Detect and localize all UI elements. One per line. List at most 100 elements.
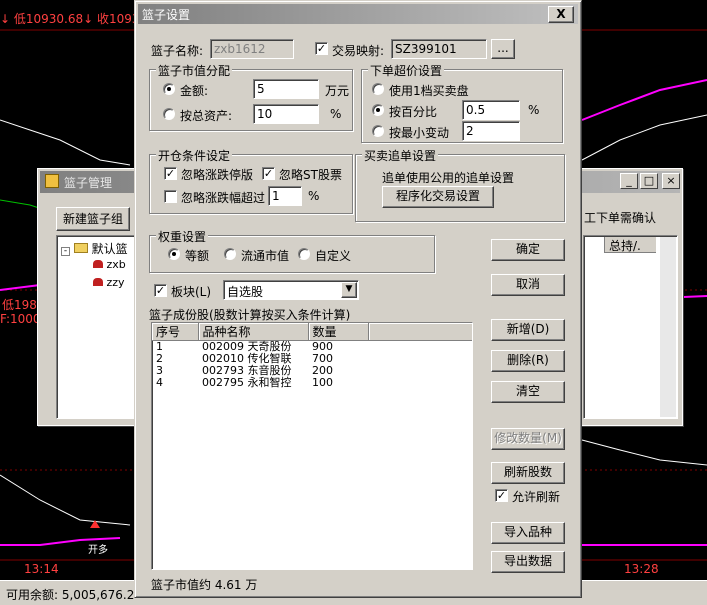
total-assets-radio[interactable] xyxy=(163,108,175,120)
row-filler xyxy=(368,341,472,354)
amount-radio[interactable] xyxy=(163,83,175,95)
row-index: 4 xyxy=(156,376,163,389)
column-qty[interactable]: 数量 xyxy=(308,323,369,341)
clear-button[interactable]: 清空 xyxy=(491,381,565,403)
ignore-change-unit: % xyxy=(308,189,320,203)
basket-manager-title: 篮子管理 xyxy=(64,176,113,190)
trade-map-input[interactable] xyxy=(391,39,487,59)
chase-order-group-label: 买卖追单设置 xyxy=(362,147,439,164)
total-assets-label: 按总资产: xyxy=(180,109,233,123)
sector-checkbox[interactable]: ✓ xyxy=(154,284,167,297)
delete-button[interactable]: 删除(R) xyxy=(491,350,565,372)
weight-group: 权重设置 等额 流通市值 自定义 xyxy=(149,228,435,273)
trade-map-checkbox[interactable]: ✓ xyxy=(315,42,328,55)
position-list[interactable]: 总持/. xyxy=(583,235,678,419)
price-opt1-label: 使用1档买卖盘 xyxy=(389,84,469,98)
total-assets-unit: % xyxy=(330,107,342,121)
folder-icon xyxy=(73,243,88,253)
ignore-change-input[interactable] xyxy=(268,186,302,206)
open-long-marker: 开多 xyxy=(88,545,108,556)
sector-select-value: 自选股 xyxy=(227,285,264,299)
time-label-left: 13:14 xyxy=(24,562,59,576)
tree-item[interactable]: zzy xyxy=(93,276,125,289)
component-list: 序号 品种名称 数量 1 002009 天奇股份 900 2 002010 传化智联 70… xyxy=(152,323,472,389)
column-name[interactable]: 品种名称 xyxy=(198,323,309,341)
row-name: 002795 永和智控 xyxy=(202,376,292,389)
price-opt2-radio[interactable] xyxy=(372,104,384,116)
close-icon[interactable]: × xyxy=(662,173,680,189)
row-filler xyxy=(368,377,472,389)
weight-float-label: 流通市值 xyxy=(241,249,290,263)
tree-root[interactable]: - 默认篮 xyxy=(61,240,128,257)
weight-custom-radio[interactable] xyxy=(298,248,310,260)
add-button[interactable]: 新增(D) xyxy=(491,319,565,341)
ignore-change-checkbox[interactable] xyxy=(164,190,177,203)
app-icon xyxy=(45,174,59,188)
tree-root-label: 默认篮 xyxy=(91,242,128,256)
scrollbar[interactable] xyxy=(660,237,676,417)
component-table[interactable]: 序号 品种名称 数量 1 002009 天奇股份 900 2 002010 传化智联 70… xyxy=(151,322,473,570)
price-opt3-radio[interactable] xyxy=(372,125,384,137)
weight-equal-radio[interactable] xyxy=(168,248,180,260)
weight-custom-label: 自定义 xyxy=(315,249,352,263)
maximize-icon[interactable]: □ xyxy=(640,173,658,189)
price-opt2-input[interactable] xyxy=(462,100,520,120)
basket-name-input[interactable] xyxy=(210,39,294,59)
price-opt2-unit: % xyxy=(528,103,540,117)
modify-qty-button[interactable]: 修改数量(M) xyxy=(491,428,565,450)
price-group: 下单超价设置 使用1档买卖盘 按百分比 % 按最小变动 xyxy=(361,62,563,143)
dialog-titlebar[interactable]: 篮子设置 X xyxy=(138,4,578,24)
tree-item-label: zxb xyxy=(106,258,126,271)
weight-equal-label: 等额 xyxy=(185,249,210,263)
allow-refresh-label: 允许刷新 xyxy=(512,490,561,504)
chase-desc: 追单使用公用的追单设置 xyxy=(382,171,515,185)
sector-label: 板块(L) xyxy=(171,285,212,299)
quote-info-top: ↓ 低10930.68↓ 收1093 xyxy=(0,12,140,26)
ignore-limit-label: 忽略涨跌停版 xyxy=(181,168,254,182)
table-row[interactable]: 4 002795 永和智控 100 xyxy=(152,377,472,389)
ignore-change-label: 忽略涨跌幅超过 xyxy=(181,191,266,205)
row-filler xyxy=(368,365,472,377)
tree-item-label: zzy xyxy=(106,276,125,289)
open-condition-group: 开仓条件设定 ✓ 忽略涨跌停版 ✓ 忽略ST股票 忽略涨跌幅超过 % xyxy=(149,147,353,214)
total-assets-input[interactable] xyxy=(253,104,319,124)
amount-input[interactable] xyxy=(253,79,319,99)
column-index[interactable]: 序号 xyxy=(152,323,199,341)
cancel-button[interactable]: 取消 xyxy=(491,274,565,296)
minimize-icon[interactable]: _ xyxy=(620,173,638,189)
amount-unit: 万元 xyxy=(325,84,350,98)
price-opt2-label: 按百分比 xyxy=(389,105,438,119)
basket-icon xyxy=(93,260,103,268)
ignore-st-checkbox[interactable]: ✓ xyxy=(262,167,275,180)
export-button[interactable]: 导出数据 xyxy=(491,551,565,573)
weight-float-radio[interactable] xyxy=(224,248,236,260)
basket-name-label: 篮子名称: xyxy=(151,44,204,58)
basket-tree[interactable]: - 默认篮 zxb zzy xyxy=(56,235,136,419)
ignore-limit-checkbox[interactable]: ✓ xyxy=(164,167,177,180)
market-value-status: 篮子市值约 4.61 万 xyxy=(151,578,258,592)
ignore-st-label: 忽略ST股票 xyxy=(279,168,342,182)
price-opt3-input[interactable] xyxy=(462,121,520,141)
basket-settings-dialog[interactable]: 篮子设置 X 篮子名称: ✓ 交易映射: ... 篮子市值分配 金额: 万元 按… xyxy=(134,0,582,598)
open-condition-group-label: 开仓条件设定 xyxy=(156,147,233,164)
collapse-icon[interactable]: - xyxy=(61,247,70,256)
tree-item[interactable]: zxb xyxy=(93,258,126,271)
import-button[interactable]: 导入品种 xyxy=(491,522,565,544)
table-header: 序号 品种名称 数量 xyxy=(152,323,472,341)
new-basket-group-button[interactable]: 新建篮子组 xyxy=(56,207,130,231)
refresh-button[interactable]: 刷新股数 xyxy=(491,462,565,484)
allow-refresh-checkbox[interactable]: ✓ xyxy=(495,489,508,502)
trade-map-label: 交易映射: xyxy=(332,44,385,58)
market-value-group-label: 篮子市值分配 xyxy=(156,62,233,79)
chevron-down-icon[interactable]: ▼ xyxy=(341,282,357,298)
browse-button[interactable]: ... xyxy=(491,39,515,59)
component-label: 篮子成份股(股数计算按买入条件计算) xyxy=(149,308,351,322)
sector-select[interactable]: 自选股 ▼ xyxy=(223,280,359,300)
column-total: 总持/. xyxy=(604,237,656,253)
program-trade-button[interactable]: 程序化交易设置 xyxy=(382,186,494,208)
market-value-group: 篮子市值分配 金额: 万元 按总资产: % xyxy=(149,62,353,131)
price-opt1-radio[interactable] xyxy=(372,83,384,95)
ok-button[interactable]: 确定 xyxy=(491,239,565,261)
dialog-close-button[interactable]: X xyxy=(548,6,574,23)
confirm-order-label: 工下单需确认 xyxy=(584,211,657,225)
